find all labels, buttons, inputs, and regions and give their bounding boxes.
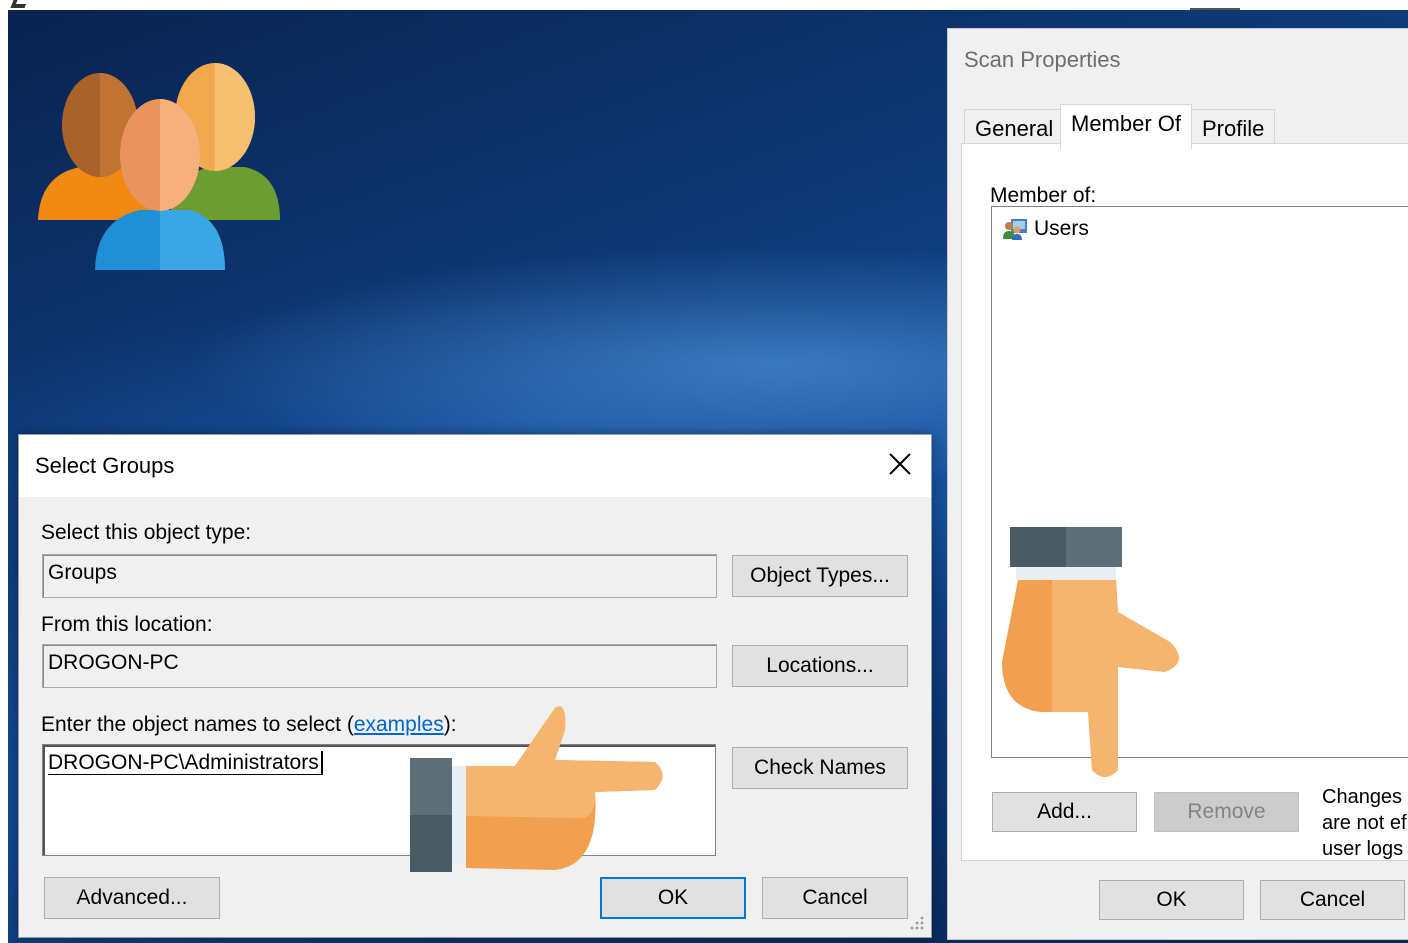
group-icon [1003,219,1027,240]
resize-grip-icon[interactable] [907,913,925,931]
member-of-label: Member of: [990,184,1097,207]
location-label: From this location: [41,613,213,636]
locations-button[interactable]: Locations... [732,645,908,687]
object-type-field: Groups [42,554,717,598]
object-type-label: Select this object type: [41,521,252,544]
cancel-button[interactable]: Cancel [1260,880,1405,920]
location-field: DROGON-PC [42,644,717,688]
ok-button[interactable]: OK [1099,880,1244,920]
dialog-title: Select Groups [35,453,175,478]
pointing-hand-right-icon [410,706,663,872]
close-icon[interactable] [885,449,915,479]
ok-button[interactable]: OK [600,877,746,919]
object-types-button[interactable]: Object Types... [732,555,908,597]
cursor-fragment-icon [10,0,28,8]
pointing-hand-down-icon [1002,527,1179,777]
users-group-icon [38,63,280,270]
group-name: Users [1034,217,1089,240]
cancel-button[interactable]: Cancel [762,877,908,919]
object-names-label: Enter the object names to select (exampl… [41,713,457,737]
tab-member-of[interactable]: Member Of [1060,104,1193,149]
list-item[interactable]: Users [1002,217,1089,241]
add-button[interactable]: Add... [992,792,1137,832]
advanced-button[interactable]: Advanced... [44,877,220,919]
changes-note: Changes are not ef user logs [1322,786,1407,860]
title-bar: Select Groups [19,435,931,497]
object-names-value: DROGON-PC\Administrators [48,751,323,775]
check-names-button[interactable]: Check Names [732,747,908,789]
names-label-prefix: Enter the object names to select ( [41,713,354,736]
scan-properties-dialog: Scan Properties General Member Of Profil… [947,28,1408,940]
remove-button[interactable]: Remove [1154,792,1299,832]
dialog-title: Scan Properties [964,47,1121,72]
top-strip [0,0,1408,10]
